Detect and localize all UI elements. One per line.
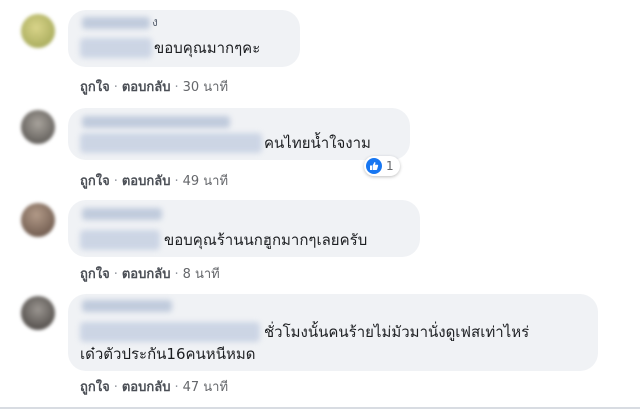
timestamp[interactable]: 47 นาที xyxy=(183,380,228,395)
comment-text-redaction xyxy=(80,322,260,342)
separator: · xyxy=(174,380,179,395)
separator: · xyxy=(174,80,179,95)
avatar[interactable] xyxy=(21,14,55,48)
comment-text: ขอบคุณมากๆคะ xyxy=(154,39,261,57)
reply-link[interactable]: ตอบกลับ xyxy=(122,80,171,95)
like-link[interactable]: ถูกใจ xyxy=(80,267,110,282)
comment-text: คนไทยน้ำใจงาม xyxy=(264,134,371,152)
reaction-count[interactable]: 1 xyxy=(364,156,400,176)
separator: · xyxy=(113,174,118,189)
comment-text-redaction xyxy=(80,133,262,153)
commenter-name[interactable] xyxy=(82,116,230,128)
comment-text-redaction xyxy=(80,230,160,250)
separator: · xyxy=(113,267,118,282)
comment-actions: ถูกใจ · ตอบกลับ · 47 นาที xyxy=(80,376,228,397)
comment-text-redaction xyxy=(80,38,152,58)
timestamp[interactable]: 49 นาที xyxy=(183,174,228,189)
like-reaction-icon xyxy=(366,158,382,174)
separator: · xyxy=(174,174,179,189)
reply-link[interactable]: ตอบกลับ xyxy=(122,267,171,282)
comment-actions: ถูกใจ · ตอบกลับ · 8 นาที xyxy=(80,263,220,284)
comment-text: ขอบคุณร้านนกฮูกมากๆเลยครับ xyxy=(164,231,368,249)
timestamp[interactable]: 8 นาที xyxy=(183,267,220,282)
avatar[interactable] xyxy=(21,296,55,330)
commenter-name[interactable] xyxy=(82,17,150,29)
comment-text-line-2: เด๋วตัวประกัน16คนหนีหมด xyxy=(80,345,256,363)
name-fragment: ง xyxy=(152,15,158,29)
commenter-name[interactable] xyxy=(82,208,162,220)
like-link[interactable]: ถูกใจ xyxy=(80,380,110,395)
separator: · xyxy=(113,80,118,95)
comment-text-line-1: ชั่วโมงนั้นคนร้ายไม่มัวมานั่งดูเฟสเท่าไห… xyxy=(264,323,530,341)
like-link[interactable]: ถูกใจ xyxy=(80,174,110,189)
avatar[interactable] xyxy=(21,203,55,237)
timestamp[interactable]: 30 นาที xyxy=(183,80,228,95)
reply-link[interactable]: ตอบกลับ xyxy=(122,380,171,395)
comment-actions: ถูกใจ · ตอบกลับ · 30 นาที xyxy=(80,76,228,97)
commenter-name[interactable] xyxy=(82,300,172,312)
like-link[interactable]: ถูกใจ xyxy=(80,80,110,95)
reaction-count-value: 1 xyxy=(386,159,394,173)
separator: · xyxy=(113,380,118,395)
avatar[interactable] xyxy=(21,110,55,144)
reply-link[interactable]: ตอบกลับ xyxy=(122,174,171,189)
separator: · xyxy=(174,267,179,282)
comment-actions: ถูกใจ · ตอบกลับ · 49 นาที xyxy=(80,170,228,191)
